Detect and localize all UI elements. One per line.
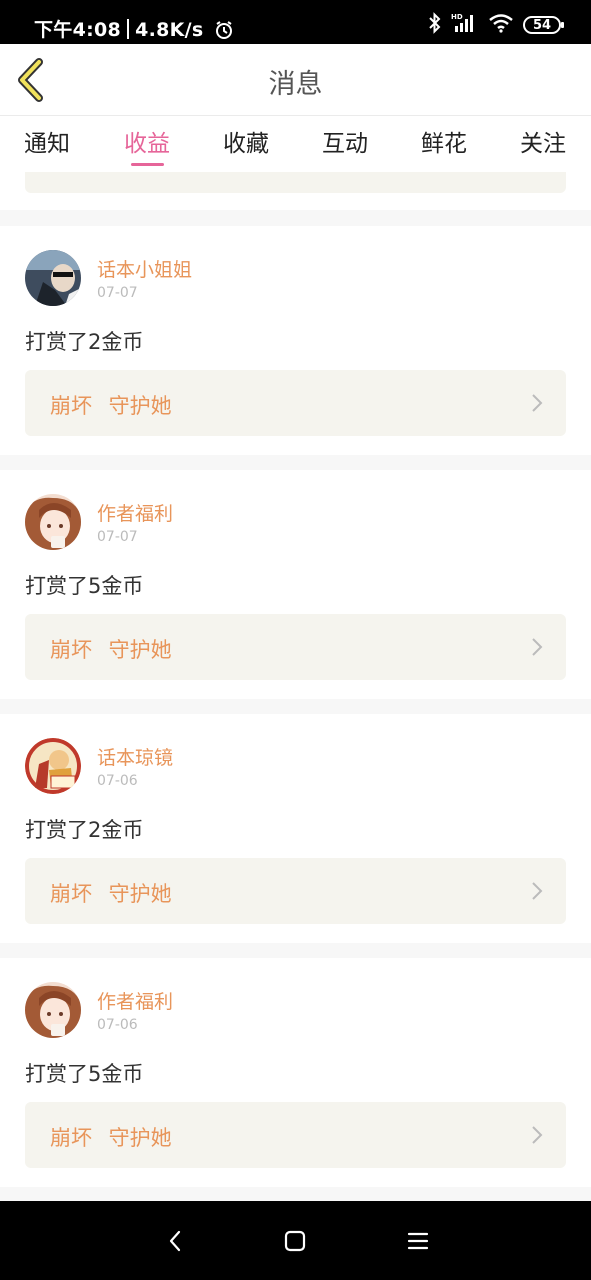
list-item: 话本琼镜 07-06 打赏了2金币 崩坏 守护她 [0, 714, 591, 943]
system-back-button[interactable] [155, 1225, 195, 1257]
message-date: 07-07 [97, 529, 138, 545]
message-date: 07-06 [97, 773, 138, 789]
bluetooth-icon [428, 12, 442, 38]
story-link-label: 崩坏 守护她 [50, 394, 172, 418]
tab-notice[interactable]: 通知 [12, 124, 82, 158]
tab-interaction[interactable]: 互动 [310, 124, 380, 158]
message-text: 打赏了5金币 [25, 574, 144, 598]
status-time: 下午4:08 [34, 19, 122, 41]
message-date: 07-07 [97, 285, 138, 301]
back-icon [169, 1230, 181, 1252]
svg-text:HD: HD [451, 13, 463, 21]
avatar[interactable] [25, 738, 81, 794]
chevron-right-icon [532, 882, 543, 900]
avatar[interactable] [25, 982, 81, 1038]
system-home-button[interactable] [275, 1225, 315, 1257]
tab-income[interactable]: 收益 [112, 124, 182, 158]
status-left: 下午4:08 4.8K/s [34, 15, 234, 45]
message-date: 07-06 [97, 1017, 138, 1033]
system-nav-bar [0, 1201, 591, 1280]
message-text: 打赏了5金币 [25, 1062, 144, 1086]
tab-follow[interactable]: 关注 [508, 124, 578, 158]
message-list[interactable]: 话本小姐姐 07-07 打赏了2金币 崩坏 守护她 作者福利 07-07 打赏了… [0, 172, 591, 1201]
story-link-label: 崩坏 守护她 [50, 1126, 172, 1150]
page-title: 消息 [268, 69, 323, 100]
alarm-icon [214, 20, 234, 45]
home-icon [284, 1230, 306, 1252]
battery-icon: 54 [523, 16, 564, 34]
list-item-partial [0, 172, 591, 210]
system-menu-button[interactable] [398, 1225, 438, 1257]
story-link[interactable]: 崩坏 守护她 [25, 858, 566, 924]
author-name[interactable]: 话本小姐姐 [97, 255, 192, 282]
chevron-right-icon [532, 1126, 543, 1144]
signal-icon: HD [451, 12, 479, 38]
story-link[interactable]: 崩坏 守护她 [25, 614, 566, 680]
tab-bar: 通知 收益 收藏 互动 鲜花 关注 [0, 116, 591, 172]
tab-favorites[interactable]: 收藏 [211, 124, 281, 158]
wifi-icon [488, 13, 514, 37]
story-link-label: 崩坏 守护她 [50, 638, 172, 662]
chevron-right-icon [532, 638, 543, 656]
status-separator [127, 19, 130, 39]
battery-level: 54 [532, 17, 552, 33]
story-link[interactable]: 崩坏 守护她 [25, 370, 566, 436]
message-text: 打赏了2金币 [25, 330, 144, 354]
author-name[interactable]: 话本琼镜 [97, 743, 173, 770]
author-name[interactable]: 作者福利 [97, 987, 173, 1014]
avatar[interactable] [25, 250, 81, 306]
active-tab-indicator [131, 163, 164, 166]
list-item: 话本小姐姐 07-07 打赏了2金币 崩坏 守护她 [0, 226, 591, 455]
story-link[interactable]: 崩坏 守护她 [25, 1102, 566, 1168]
list-item: 作者福利 07-07 打赏了5金币 崩坏 守护她 [0, 470, 591, 699]
header: 消息 [0, 44, 591, 116]
link-box-partial[interactable] [25, 172, 566, 193]
menu-icon [407, 1232, 429, 1250]
status-speed: 4.8K/s [135, 19, 204, 41]
message-text: 打赏了2金币 [25, 818, 144, 842]
status-right: HD 54 [428, 12, 564, 38]
story-link-label: 崩坏 守护她 [50, 882, 172, 906]
chevron-right-icon [532, 394, 543, 412]
status-bar: 下午4:08 4.8K/s HD 54 [0, 0, 591, 44]
author-name[interactable]: 作者福利 [97, 499, 173, 526]
tab-flowers[interactable]: 鲜花 [409, 124, 479, 158]
avatar[interactable] [25, 494, 81, 550]
list-item: 作者福利 07-06 打赏了5金币 崩坏 守护她 [0, 958, 591, 1187]
